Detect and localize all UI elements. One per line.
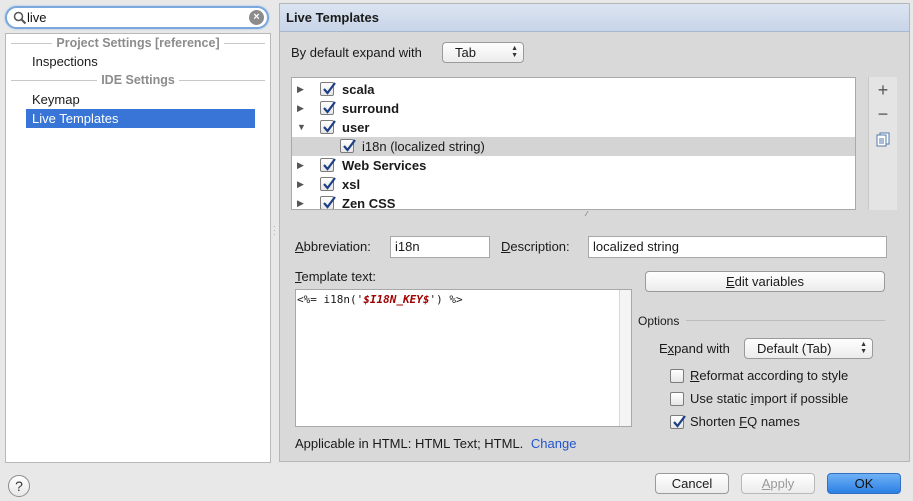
static-import-checkbox[interactable]	[670, 392, 684, 406]
abbreviation-label: Abbreviation:	[295, 239, 371, 254]
template-group-xsl[interactable]: ▶ xsl	[292, 175, 855, 194]
expand-arrow-icon[interactable]: ▶	[297, 175, 307, 194]
help-button[interactable]: ?	[8, 475, 30, 497]
reformat-checkbox[interactable]	[670, 369, 684, 383]
dialog-button-bar: ? Cancel Apply OK	[0, 463, 913, 501]
expand-arrow-icon[interactable]: ▶	[297, 99, 307, 118]
nav-item-live-templates[interactable]: Live Templates	[26, 109, 255, 128]
search-icon	[13, 11, 27, 25]
updown-arrows-icon: ▲ ▼	[511, 45, 518, 59]
template-group-name: Web Services	[342, 158, 427, 173]
plus-icon[interactable]: +	[874, 81, 892, 99]
copy-icon[interactable]	[874, 131, 892, 149]
description-field[interactable]: localized string	[588, 236, 887, 258]
live-templates-panel: Live Templates By default expand with Ta…	[279, 3, 910, 462]
group-checkbox[interactable]	[320, 120, 336, 134]
template-text-label: Template text:	[295, 269, 376, 284]
template-code-prefix: <%= i18n('	[297, 293, 364, 306]
template-group-name: xsl	[342, 177, 361, 192]
template-item-name: i18n (localized string)	[362, 139, 485, 154]
splitter-handle[interactable]: · · ·	[273, 223, 277, 239]
template-group-name: scala	[342, 82, 375, 97]
template-variable: $I18N_KEY$	[363, 293, 430, 306]
template-text-editor[interactable]: <%= i18n('$I18N_KEY$') %>	[295, 289, 632, 427]
templates-tree[interactable]: ▶ scala ▶ surround ▼ user i18n (localize…	[291, 77, 856, 210]
settings-sidebar: live × Project Settings [reference] Insp…	[0, 0, 272, 463]
options-divider	[686, 320, 885, 321]
template-group-web-services[interactable]: ▶ Web Services	[292, 156, 855, 175]
expand-with-select[interactable]: Default (Tab) ▲ ▼	[744, 338, 873, 359]
clear-search-icon[interactable]: ×	[249, 10, 264, 25]
template-group-name: user	[342, 120, 370, 135]
templates-toolbar: + −	[868, 77, 897, 210]
apply-button[interactable]: Apply	[741, 473, 815, 494]
minus-icon[interactable]: −	[874, 105, 892, 123]
template-group-surround[interactable]: ▶ surround	[292, 99, 855, 118]
applicable-context: Applicable in HTML: HTML Text; HTML. Cha…	[295, 435, 576, 453]
description-label: Description:	[501, 239, 570, 254]
template-group-scala[interactable]: ▶ scala	[292, 80, 855, 99]
updown-arrows-icon: ▲ ▼	[860, 341, 867, 355]
group-checkbox[interactable]	[320, 82, 336, 96]
group-checkbox[interactable]	[320, 158, 336, 172]
template-group-zen-css[interactable]: ▶ Zen CSS	[292, 194, 855, 210]
editor-scrollbar[interactable]	[619, 290, 631, 426]
nav-item-keymap[interactable]: Keymap	[26, 90, 255, 109]
change-context-link[interactable]: Change	[531, 436, 577, 451]
expand-arrow-icon[interactable]: ▶	[297, 80, 307, 99]
applicable-text: Applicable in HTML: HTML Text; HTML.	[295, 436, 524, 451]
default-expand-label: By default expand with	[291, 45, 422, 60]
expand-with-value: Default (Tab)	[757, 341, 832, 356]
default-expand-select[interactable]: Tab ▲ ▼	[442, 42, 524, 63]
template-group-name: surround	[342, 101, 400, 116]
expand-with-label: Expand with	[659, 341, 730, 356]
template-item-i18n[interactable]: i18n (localized string)	[292, 137, 855, 156]
nav-item-inspections[interactable]: Inspections	[26, 52, 255, 71]
template-checkbox[interactable]	[340, 139, 356, 153]
group-checkbox[interactable]	[320, 196, 336, 209]
reformat-label: Reformat according to style	[690, 368, 849, 383]
search-input[interactable]: live	[27, 10, 47, 26]
expand-arrow-icon[interactable]: ▶	[297, 194, 307, 209]
edit-variables-button[interactable]: Edit variables	[645, 271, 885, 292]
group-checkbox[interactable]	[320, 101, 336, 115]
panel-title: Live Templates	[280, 4, 909, 32]
default-expand-value: Tab	[455, 45, 476, 60]
project-settings-header: Project Settings [reference]	[6, 34, 270, 52]
shorten-fq-checkbox[interactable]	[670, 415, 686, 429]
group-checkbox[interactable]	[320, 177, 336, 191]
template-group-user[interactable]: ▼ user	[292, 118, 855, 137]
options-title: Options	[638, 314, 680, 328]
cancel-button[interactable]: Cancel	[655, 473, 729, 494]
static-import-label: Use static import if possible	[690, 391, 849, 406]
expand-arrow-icon[interactable]: ▶	[297, 156, 307, 175]
settings-tree: Project Settings [reference] Inspections…	[5, 33, 271, 463]
ide-settings-header: IDE Settings	[6, 71, 270, 89]
abbreviation-field[interactable]: i18n	[390, 236, 490, 258]
ok-button[interactable]: OK	[827, 473, 901, 494]
collapse-arrow-icon[interactable]: ▼	[297, 118, 307, 137]
shorten-fq-label: Shorten FQ names	[690, 414, 800, 429]
settings-search-field[interactable]: live ×	[5, 6, 269, 29]
resize-grip-icon[interactable]: ⁄⁄⁄⁄	[586, 211, 587, 218]
template-group-name: Zen CSS	[342, 196, 396, 210]
template-code-suffix: ') %>	[429, 293, 463, 306]
